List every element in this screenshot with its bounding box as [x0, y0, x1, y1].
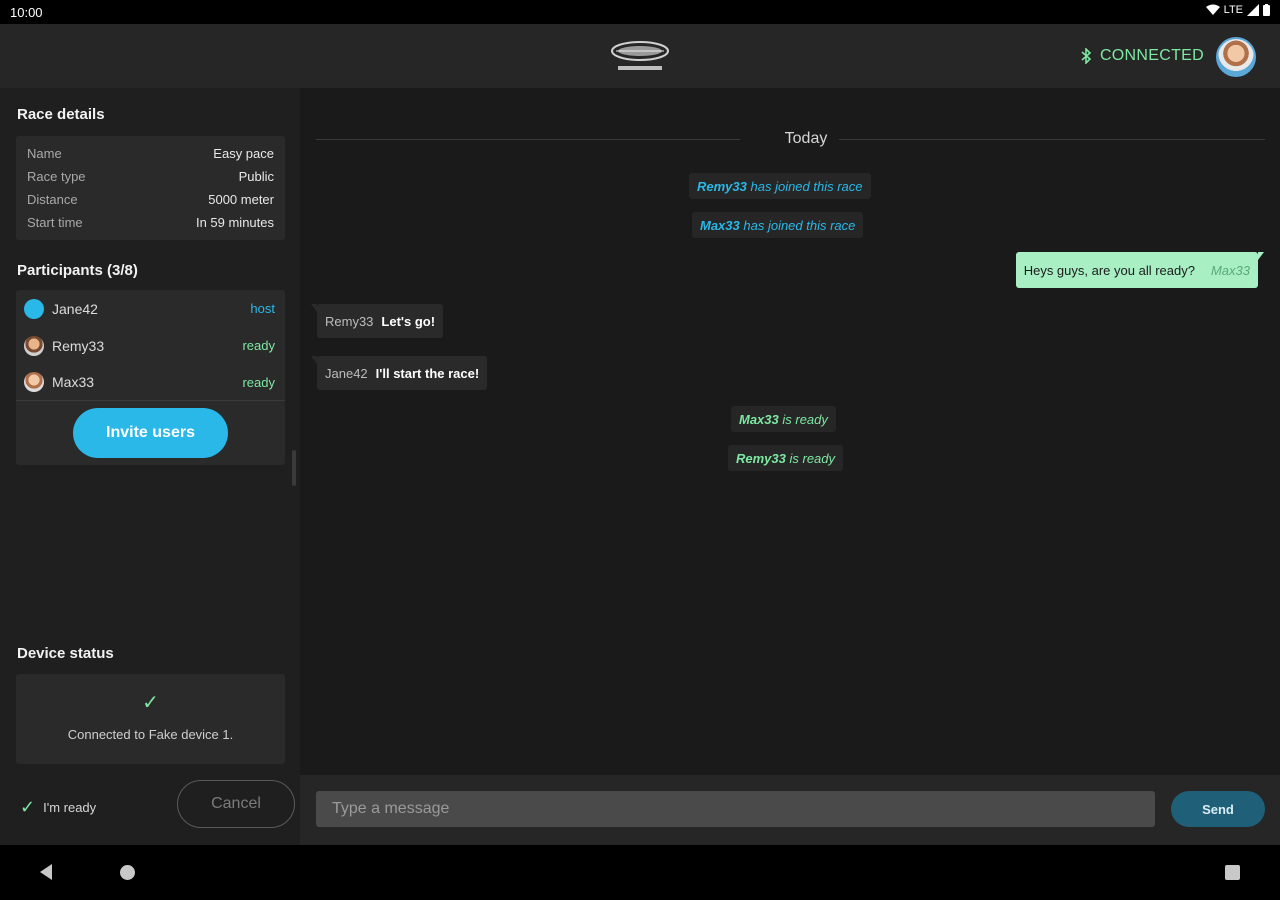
waterrower-logo	[611, 41, 669, 70]
status-bar: 10:00 LTE	[0, 0, 1280, 24]
wifi-icon	[1205, 4, 1220, 15]
message-user: Remy33	[736, 450, 786, 466]
detail-value: Public	[238, 169, 274, 184]
race-details-card: Name Easy pace Race type Public Distance…	[16, 136, 285, 240]
race-sidebar: Race details Name Easy pace Race type Pu…	[0, 88, 300, 845]
message-user: Remy33	[697, 178, 747, 194]
battery-icon	[1263, 4, 1270, 16]
incoming-message: Jane42 I'll start the race!	[310, 356, 488, 390]
signal-icon	[1247, 4, 1259, 16]
message-user: Remy33	[325, 313, 374, 329]
network-type: LTE	[1223, 4, 1243, 16]
avatar	[24, 372, 44, 392]
detail-row-start-time: Start time In 59 minutes	[16, 211, 285, 234]
user-avatar[interactable]	[1216, 37, 1256, 77]
message-user: Max33	[739, 411, 779, 427]
divider-line	[839, 139, 1265, 140]
check-icon: ✓	[20, 797, 36, 817]
message-text: Let's go!	[381, 313, 436, 329]
detail-row-distance: Distance 5000 meter	[16, 188, 285, 211]
participant-row[interactable]: Remy33 ready	[16, 327, 285, 364]
participant-role: ready	[242, 338, 275, 353]
status-time: 10:00	[10, 5, 43, 20]
app-bar: CONNECTED	[0, 24, 1280, 88]
avatar	[24, 335, 44, 356]
message-text: is ready	[789, 450, 836, 466]
device-status-message: Connected to Fake device 1.	[67, 727, 234, 742]
message-text: has joined this race	[743, 217, 856, 233]
outgoing-message: Heys guys, are you all ready? Max33	[1015, 252, 1265, 288]
message-text: Heys guys, are you all ready?	[1023, 262, 1195, 278]
detail-row-race-type: Race type Public	[16, 165, 285, 188]
ready-label: I'm ready	[43, 800, 97, 815]
participant-row[interactable]: Max33 ready	[16, 364, 285, 401]
participant-role: ready	[242, 374, 275, 390]
chat-area: Today Remy33 has joined this race Max33 …	[300, 88, 1280, 775]
bluetooth-icon	[1081, 48, 1092, 64]
system-message: Max33 is ready	[731, 406, 836, 432]
connection-status: CONNECTED	[1080, 47, 1204, 65]
navigation-bar	[0, 845, 1280, 900]
detail-label: Start time	[27, 215, 83, 230]
avatar	[24, 298, 44, 319]
invite-users-button[interactable]: Invite users	[73, 408, 228, 458]
home-icon[interactable]	[120, 865, 135, 880]
cancel-button[interactable]: Cancel	[177, 780, 295, 828]
recents-icon[interactable]	[1225, 865, 1240, 880]
message-user: Jane42	[325, 365, 368, 381]
check-icon: ✓	[142, 692, 159, 714]
participant-name: Max33	[52, 374, 95, 390]
participant-name: Jane42	[52, 300, 98, 317]
divider-line	[316, 139, 740, 140]
detail-value: Easy pace	[213, 146, 274, 161]
message-user: Max33	[700, 217, 740, 233]
participants-title: Participants (3/8)	[17, 262, 138, 279]
detail-value: 5000 meter	[208, 192, 274, 207]
panel-resize-handle[interactable]	[292, 450, 296, 486]
race-details-title: Race details	[17, 106, 105, 123]
device-status-card: ✓ Connected to Fake device 1.	[16, 674, 285, 764]
date-divider: Today	[316, 130, 1265, 150]
message-input[interactable]	[316, 791, 1155, 827]
message-user: Max33	[1210, 262, 1250, 278]
system-message: Remy33 is ready	[728, 445, 844, 471]
detail-label: Race type	[27, 169, 86, 184]
detail-label: Name	[27, 146, 62, 161]
date-label: Today	[784, 130, 828, 147]
send-button[interactable]: Send	[1171, 791, 1265, 827]
detail-label: Distance	[27, 192, 78, 207]
back-icon[interactable]	[40, 864, 52, 880]
detail-value: In 59 minutes	[195, 215, 274, 230]
connection-label: CONNECTED	[1099, 47, 1204, 64]
message-composer: Send	[300, 775, 1280, 845]
participant-name: Remy33	[52, 337, 105, 354]
system-message: Max33 has joined this race	[692, 212, 864, 238]
device-status-title: Device status	[17, 645, 114, 662]
message-text: is ready	[782, 411, 828, 427]
participant-role: host	[250, 301, 275, 316]
system-icons: LTE	[1205, 4, 1270, 16]
message-text: I'll start the race!	[375, 365, 480, 381]
incoming-message: Remy33 Let's go!	[310, 304, 444, 338]
participant-row[interactable]: Jane42 host	[16, 290, 285, 327]
system-message: Remy33 has joined this race	[689, 173, 871, 199]
message-text: has joined this race	[750, 178, 863, 194]
detail-row-name: Name Easy pace	[16, 142, 285, 165]
ready-toggle[interactable]: ✓ I'm ready	[20, 797, 96, 818]
